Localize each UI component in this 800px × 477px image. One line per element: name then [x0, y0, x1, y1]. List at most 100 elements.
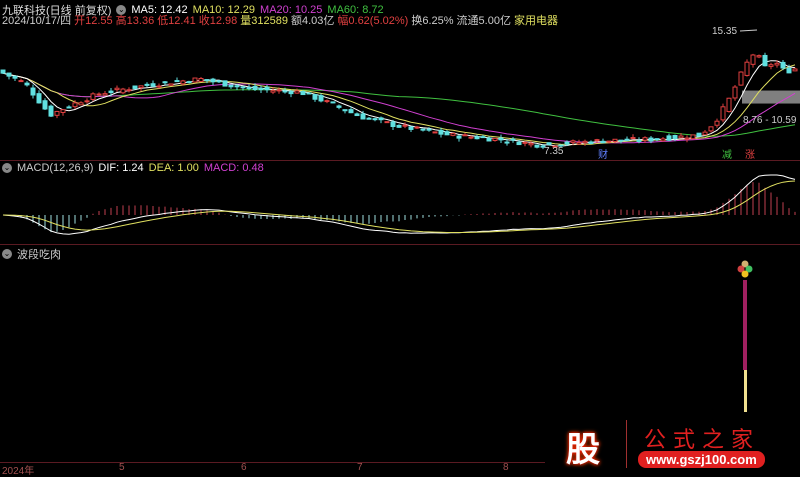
high-label: 15.35: [712, 26, 737, 37]
candle: [30, 87, 36, 96]
candle: [414, 126, 420, 129]
candle: [42, 100, 48, 110]
candle: [48, 105, 54, 117]
candle: [762, 54, 768, 67]
candle: [588, 141, 594, 144]
candle: [162, 81, 168, 84]
candle: [714, 120, 720, 126]
ma20-line: [2, 72, 796, 144]
candle: [324, 100, 330, 103]
candle: [792, 68, 798, 72]
candle: [186, 81, 192, 84]
candle: [534, 144, 540, 148]
candle: [420, 128, 426, 131]
candle: [258, 87, 264, 91]
candle: [300, 91, 306, 96]
candle: [606, 140, 612, 143]
logo-char: 股: [566, 431, 600, 469]
axis-label: 8: [503, 462, 509, 473]
candle: [636, 139, 642, 142]
candle: [24, 82, 30, 86]
candle: [498, 137, 504, 141]
candle: [492, 137, 498, 141]
candle: [654, 138, 660, 141]
candle: [378, 117, 384, 121]
candle: [708, 126, 714, 132]
candle: [774, 62, 780, 66]
candle: [204, 79, 210, 82]
candle: [306, 92, 312, 95]
candle: [564, 141, 570, 145]
candle: [504, 141, 510, 144]
candle: [672, 134, 678, 140]
candle: [696, 132, 702, 137]
candle: [444, 131, 450, 136]
candle: [276, 89, 282, 92]
candle: [468, 136, 474, 139]
candle: [84, 100, 90, 103]
kline-chart[interactable]: 15.357.358.76 - 10.59财减涨: [0, 0, 800, 462]
candle: [168, 83, 174, 86]
candle: [594, 139, 600, 142]
candle: [372, 118, 378, 121]
low-label: 7.35: [544, 146, 564, 157]
candle: [216, 80, 222, 83]
candle: [144, 83, 150, 86]
candle: [384, 121, 390, 124]
candle: [768, 64, 774, 67]
candle: [612, 138, 618, 142]
candle: [90, 93, 96, 100]
candle: [366, 117, 372, 120]
high-arrow: [739, 29, 758, 32]
candle: [102, 93, 108, 96]
candle: [342, 109, 348, 112]
candle: [222, 80, 228, 87]
candle: [60, 109, 66, 113]
candle: [450, 132, 456, 136]
candle: [666, 135, 672, 141]
range-box: [742, 90, 800, 104]
candle: [108, 90, 114, 94]
divider: [626, 420, 627, 468]
axis-label: 5: [119, 462, 125, 473]
candle: [684, 137, 690, 140]
candle: [630, 137, 636, 140]
candle: [474, 136, 480, 140]
candle: [660, 138, 666, 142]
candle: [738, 71, 744, 86]
candle: [480, 136, 486, 139]
candle: [528, 142, 534, 146]
indicator-bar-yellow: [744, 370, 747, 412]
candle: [756, 55, 762, 58]
chevron-down-icon[interactable]: ⌄: [2, 249, 12, 259]
candle: [288, 91, 294, 95]
candle: [138, 85, 144, 89]
indicator-bar-red: [743, 280, 747, 370]
candle: [402, 124, 408, 127]
candle: [648, 137, 654, 142]
candle: [246, 87, 252, 90]
candle: [720, 106, 726, 121]
candle: [54, 110, 60, 116]
candle: [72, 102, 78, 108]
candle: [690, 134, 696, 140]
indicator-header: ⌄ 波段吃肉: [2, 246, 61, 262]
site-name: 公式之家: [644, 428, 761, 453]
candle: [132, 85, 138, 89]
chevron-down-icon[interactable]: ⌄: [2, 163, 12, 173]
candle: [390, 121, 396, 128]
divider: [0, 160, 800, 161]
macd-title: MACD(12,26,9): [17, 162, 94, 174]
range-label: 8.76 - 10.59: [743, 115, 797, 126]
candle: [228, 84, 234, 88]
candle: [240, 86, 246, 89]
candle: [150, 83, 156, 87]
candle: [354, 113, 360, 117]
candle: [96, 93, 102, 96]
candle: [126, 89, 132, 92]
indicator-ball: [741, 270, 749, 278]
candle: [438, 129, 444, 135]
axis-label: 6: [241, 462, 247, 473]
candle: [360, 113, 366, 120]
dea-line: [2, 180, 796, 233]
